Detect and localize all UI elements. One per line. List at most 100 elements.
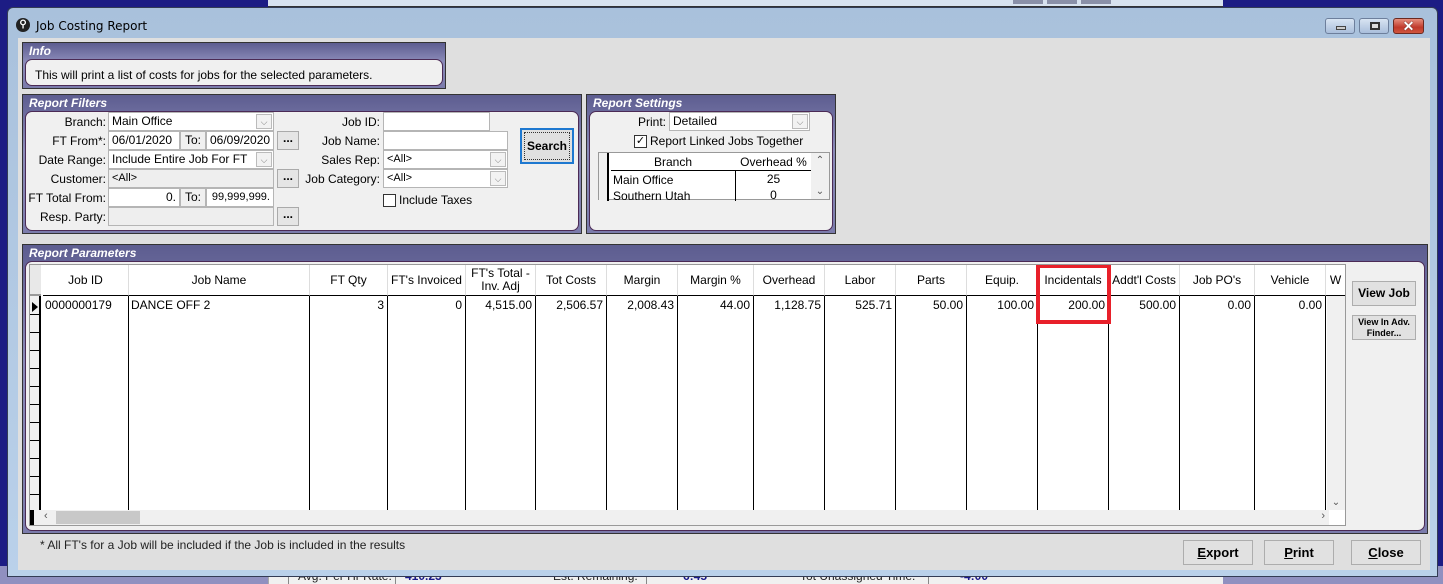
chevron-left-icon[interactable]: ‹ — [44, 510, 48, 522]
grid-cell[interactable]: 3 — [310, 298, 384, 312]
chevron-down-icon[interactable]: ⌄ — [811, 186, 829, 197]
view-job-button[interactable]: View Job — [1352, 281, 1416, 306]
current-row-arrow-icon — [32, 302, 38, 312]
chevron-down-icon: ⌵ — [256, 152, 272, 167]
chevron-down-icon: ⌵ — [490, 171, 506, 186]
grid-cell[interactable]: 2,008.43 — [607, 298, 674, 312]
report-parameters-group: Report Parameters ⌃ ⌄ ‹ › — [22, 244, 1428, 534]
column-header[interactable]: Parts — [896, 265, 967, 296]
resp-party-lookup-button[interactable]: ... — [277, 207, 299, 226]
print-label: Print: — [637, 115, 666, 129]
grid-cell[interactable]: 1,128.75 — [754, 298, 821, 312]
close-button[interactable]: Close — [1351, 540, 1421, 565]
column-header[interactable]: Labor — [825, 265, 896, 296]
row-selector-column — [30, 265, 41, 513]
grid-cell[interactable]: 525.71 — [825, 298, 892, 312]
date-range-select[interactable]: Include Entire Job For FT ⌵ — [108, 150, 274, 169]
row-selector-divider — [30, 314, 41, 315]
column-header[interactable]: FT's Invoiced — [388, 265, 466, 296]
overhead-row-branch[interactable]: Main Office — [613, 173, 673, 187]
background-app-button — [1081, 0, 1111, 4]
print-button[interactable]: Print — [1264, 540, 1334, 565]
column-header[interactable]: Tot Costs — [536, 265, 607, 296]
grid-column — [1255, 296, 1326, 510]
ft-total-to-input[interactable]: 99,999,999. — [206, 188, 274, 207]
branch-value: Main Office — [112, 114, 173, 128]
job-id-label: Job ID: — [341, 115, 380, 129]
report-settings-group: Report Settings Print: Detailed ⌵ ✓ Repo… — [586, 94, 836, 234]
include-taxes-checkbox[interactable] — [383, 194, 396, 207]
column-header[interactable]: Margin — [607, 265, 678, 296]
column-header[interactable]: W — [1326, 265, 1345, 296]
row-selector-divider — [30, 476, 41, 477]
search-button[interactable]: Search — [520, 128, 574, 164]
overhead-row-branch[interactable]: Southern Utah — [613, 189, 690, 203]
grid-horizontal-scrollbar[interactable]: ‹ › — [30, 510, 1329, 525]
grid-cell[interactable]: 4,515.00 — [466, 298, 532, 312]
customer-lookup-button[interactable]: ... — [277, 169, 299, 188]
ft-total-from-input[interactable]: 0. — [108, 188, 180, 207]
column-header[interactable]: Job PO's — [1180, 265, 1255, 296]
sales-rep-select[interactable]: <All> ⌵ — [383, 150, 508, 169]
column-header[interactable]: Equip. — [967, 265, 1038, 296]
column-header[interactable]: Margin % — [678, 265, 754, 296]
ft-from-label: FT From*: — [52, 134, 106, 148]
overhead-grid-scrollbar[interactable]: ⌃ ⌄ — [811, 153, 829, 199]
grid-cell[interactable]: 44.00 — [678, 298, 750, 312]
window-title: Job Costing Report — [36, 19, 148, 33]
resp-party-input[interactable] — [108, 207, 274, 226]
grid-column — [896, 296, 967, 510]
footnote-text: * All FT's for a Job will be included if… — [40, 538, 406, 552]
column-header[interactable]: Vehicle — [1255, 265, 1326, 296]
report-linked-jobs-checkbox[interactable]: ✓ — [634, 135, 647, 148]
column-header[interactable]: Overhead — [754, 265, 825, 296]
minimize-button[interactable] — [1325, 18, 1355, 34]
grid-cell[interactable]: DANCE OFF 2 — [131, 298, 210, 312]
job-category-value: <All> — [387, 172, 413, 184]
job-category-select[interactable]: <All> ⌵ — [383, 169, 508, 188]
export-label: xport — [1206, 545, 1239, 560]
grid-cell[interactable]: 500.00 — [1109, 298, 1176, 312]
column-header-overhead[interactable]: Overhead % — [736, 155, 811, 169]
highlight-annotation-box — [1036, 265, 1111, 324]
ft-from-date-input[interactable]: 06/01/2020 — [108, 131, 180, 150]
overhead-row-value[interactable]: 0 — [736, 188, 811, 202]
customer-input[interactable]: <All> — [108, 169, 274, 188]
grid-cell[interactable]: 50.00 — [896, 298, 963, 312]
chevron-right-icon[interactable]: › — [1321, 510, 1325, 522]
ft-to-date-input[interactable]: 06/09/2020 — [206, 131, 274, 150]
date-range-label: Date Range: — [38, 153, 106, 167]
print-label: rint — [1292, 545, 1314, 560]
column-header-branch[interactable]: Branch — [611, 155, 735, 169]
grid-column — [388, 296, 466, 510]
export-button[interactable]: Export — [1183, 540, 1253, 565]
date-picker-button[interactable]: ... — [277, 131, 299, 150]
print-mnemonic: P — [1284, 545, 1293, 560]
branch-select[interactable]: Main Office ⌵ — [108, 112, 274, 131]
column-header[interactable]: Job Name — [129, 265, 310, 296]
title-bar[interactable]: ⚲ Job Costing Report ✕ — [8, 8, 1437, 38]
grid-cell[interactable]: 0 — [388, 298, 462, 312]
chevron-up-icon[interactable]: ⌃ — [811, 155, 829, 166]
overhead-row-value[interactable]: 25 — [736, 172, 811, 186]
job-name-input[interactable] — [383, 131, 508, 150]
grid-cell[interactable]: 0.00 — [1255, 298, 1322, 312]
job-costs-grid: ⌃ ⌄ ‹ › Job IDJob NameFT QtyFT's Invoice… — [29, 264, 1346, 526]
grid-cell[interactable]: 0000000179 — [45, 298, 112, 312]
column-header[interactable]: FT's Total - Inv. Adj — [466, 265, 536, 296]
horizontal-scroll-thumb[interactable] — [56, 511, 140, 524]
job-id-input[interactable] — [383, 112, 490, 131]
column-header[interactable]: FT Qty — [310, 265, 388, 296]
view-in-adv-finder-button[interactable]: View In Adv. Finder... — [1352, 315, 1416, 340]
maximize-button[interactable] — [1359, 18, 1389, 34]
minimize-icon — [1336, 26, 1346, 30]
close-mnemonic: C — [1368, 545, 1378, 560]
grid-cell[interactable]: 0.00 — [1180, 298, 1251, 312]
column-header[interactable]: Job ID — [43, 265, 129, 296]
grid-cell[interactable]: 2,506.57 — [536, 298, 603, 312]
job-name-label: Job Name: — [321, 134, 380, 148]
close-window-button[interactable]: ✕ — [1393, 18, 1424, 34]
grid-cell[interactable]: 100.00 — [967, 298, 1034, 312]
column-header[interactable]: Addt'l Costs — [1109, 265, 1180, 296]
print-type-select[interactable]: Detailed ⌵ — [669, 112, 810, 131]
